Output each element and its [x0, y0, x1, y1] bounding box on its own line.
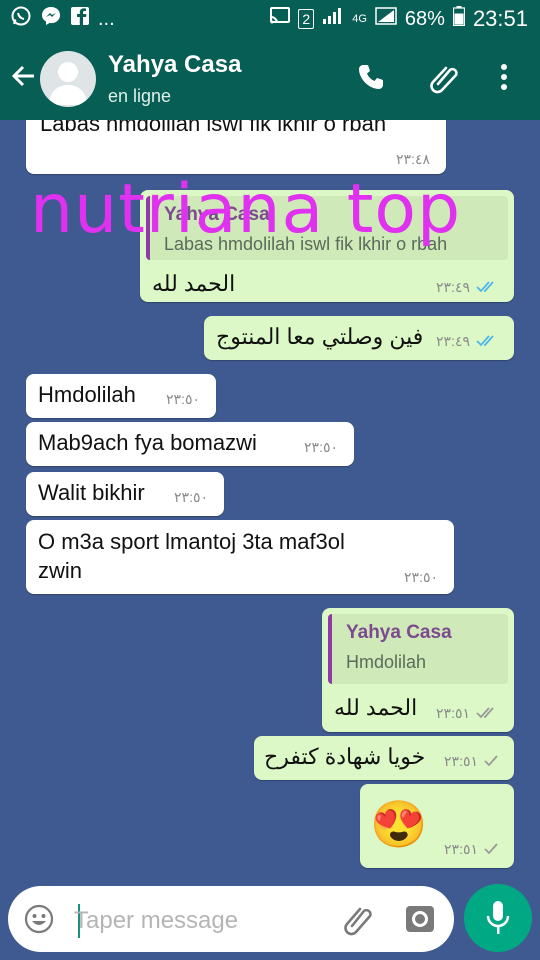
lte-icon: 4G	[352, 13, 367, 25]
message-input[interactable]	[72, 902, 326, 940]
message-incoming[interactable]: Walit bikhir ٢٣:٥٠	[26, 472, 224, 516]
timestamp: ٢٣:٥١	[444, 753, 478, 769]
message-incoming[interactable]: Mab9ach fya bomazwi ٢٣:٥٠	[26, 422, 354, 466]
notification-icons: ...	[0, 5, 115, 33]
avatar[interactable]	[40, 51, 96, 107]
message-time: ٢٣:٥١	[436, 705, 498, 722]
message-text-line-2: zwin	[38, 558, 83, 583]
quoted-message[interactable]: Yahya Casa Labas hmdolilah iswl fik lkhi…	[146, 196, 508, 260]
message-text: Labas hmdolilah iswl fik lkhir o rbah	[40, 120, 387, 136]
message-text: Hmdolilah	[38, 382, 136, 407]
timestamp: ٢٣:٤٩	[436, 333, 470, 349]
timestamp: ٢٣:٥٠	[404, 569, 438, 585]
quoted-sender: Yahya Casa	[346, 622, 452, 643]
message-outgoing[interactable]: خويا شهادة كتفرح ٢٣:٥١	[254, 736, 514, 780]
battery-percent: 68%	[404, 7, 445, 30]
timestamp: ٢٣:٥١	[436, 705, 470, 721]
message-outgoing[interactable]: Yahya Casa Labas hmdolilah iswl fik lkhi…	[140, 190, 514, 302]
signal-icon-2	[375, 7, 397, 31]
mic-button[interactable]	[464, 884, 532, 952]
message-time: ٢٣:٥٠	[404, 569, 438, 586]
read-ticks-icon	[476, 334, 498, 350]
message-text: Mab9ach fya bomazwi	[38, 430, 257, 455]
attach-icon[interactable]	[428, 62, 460, 99]
mic-icon	[486, 900, 510, 941]
quoted-text: Labas hmdolilah iswl fik lkhir o rbah	[164, 234, 448, 254]
facebook-icon	[70, 6, 90, 32]
message-time: ٢٣:٤٨	[396, 151, 430, 168]
quoted-sender: Yahya Casa	[164, 204, 270, 225]
timestamp: ٢٣:٥٠	[304, 439, 338, 455]
heart-eyes-emoji: 😍	[370, 798, 428, 850]
message-time: ٢٣:٤٩	[436, 333, 498, 350]
message-outgoing-emoji[interactable]: 😍 ٢٣:٥١	[360, 784, 514, 868]
signal-icon	[322, 7, 344, 31]
message-incoming[interactable]: O m3a sport lmantoj 3ta maf3ol zwin ٢٣:٥…	[26, 520, 454, 594]
cast-icon	[270, 7, 291, 31]
system-icons: 2 4G 68% 23:51	[270, 6, 540, 32]
back-arrow-icon[interactable]	[10, 62, 38, 95]
quoted-text: Hmdolilah	[346, 652, 427, 672]
more-icon[interactable]	[498, 62, 510, 97]
timestamp: ٢٣:٥٠	[174, 489, 208, 505]
attach-icon[interactable]	[342, 902, 374, 941]
battery-icon	[452, 6, 466, 32]
quoted-message[interactable]: Yahya Casa Hmdolilah	[328, 614, 508, 684]
message-list[interactable]: Labas hmdolilah iswl fik lkhir o rbah ٢٣…	[0, 120, 540, 880]
read-ticks-icon	[476, 280, 498, 296]
message-time: ٢٣:٥١	[444, 841, 498, 858]
message-text: الحمد لله	[152, 271, 236, 296]
timestamp: ٢٣:٤٨	[396, 151, 430, 167]
contact-status: en ligne	[108, 86, 172, 106]
timestamp: ٢٣:٤٩	[436, 279, 470, 295]
sent-tick-icon	[484, 754, 498, 770]
clock: 23:51	[472, 6, 528, 31]
status-bar: ... 2 4G 68% 23:51	[0, 0, 540, 38]
message-time: ٢٣:٥٠	[174, 489, 208, 506]
messenger-icon	[40, 5, 62, 33]
message-incoming[interactable]: Hmdolilah ٢٣:٥٠	[26, 374, 216, 418]
timestamp: ٢٣:٥٠	[166, 391, 200, 407]
message-time: ٢٣:٥٠	[304, 439, 338, 456]
whatsapp-icon	[10, 5, 32, 33]
message-text-line-1: O m3a sport lmantoj 3ta maf3ol	[38, 529, 345, 554]
message-composer[interactable]	[8, 886, 454, 952]
message-time: ٢٣:٥١	[444, 753, 498, 770]
message-text: Walit bikhir	[38, 480, 145, 505]
emoji-icon[interactable]	[24, 904, 54, 939]
message-outgoing[interactable]: فين وصلتي معا المنتوج ٢٣:٤٩	[204, 316, 514, 360]
message-text: فين وصلتي معا المنتوج	[216, 324, 424, 349]
message-text: الحمد لله	[334, 695, 418, 720]
delivered-ticks-icon	[476, 706, 498, 722]
message-time: ٢٣:٥٠	[166, 391, 200, 408]
chat-header: Yahya Casa en ligne	[0, 38, 540, 120]
sim-icon: 2	[298, 9, 315, 29]
message-incoming[interactable]: Labas hmdolilah iswl fik lkhir o rbah ٢٣…	[26, 120, 446, 174]
contact-name[interactable]: Yahya Casa	[108, 51, 241, 79]
more-notifications: ...	[98, 7, 115, 30]
phone-icon[interactable]	[356, 62, 386, 97]
message-text: خويا شهادة كتفرح	[264, 744, 426, 769]
message-time: ٢٣:٤٩	[436, 279, 498, 296]
timestamp: ٢٣:٥١	[444, 841, 478, 857]
camera-icon[interactable]	[404, 904, 436, 939]
message-outgoing[interactable]: Yahya Casa Hmdolilah الحمد لله ٢٣:٥١	[322, 608, 514, 732]
compose-bar	[0, 880, 540, 960]
avatar-icon	[48, 62, 88, 105]
sent-tick-icon	[484, 842, 498, 858]
